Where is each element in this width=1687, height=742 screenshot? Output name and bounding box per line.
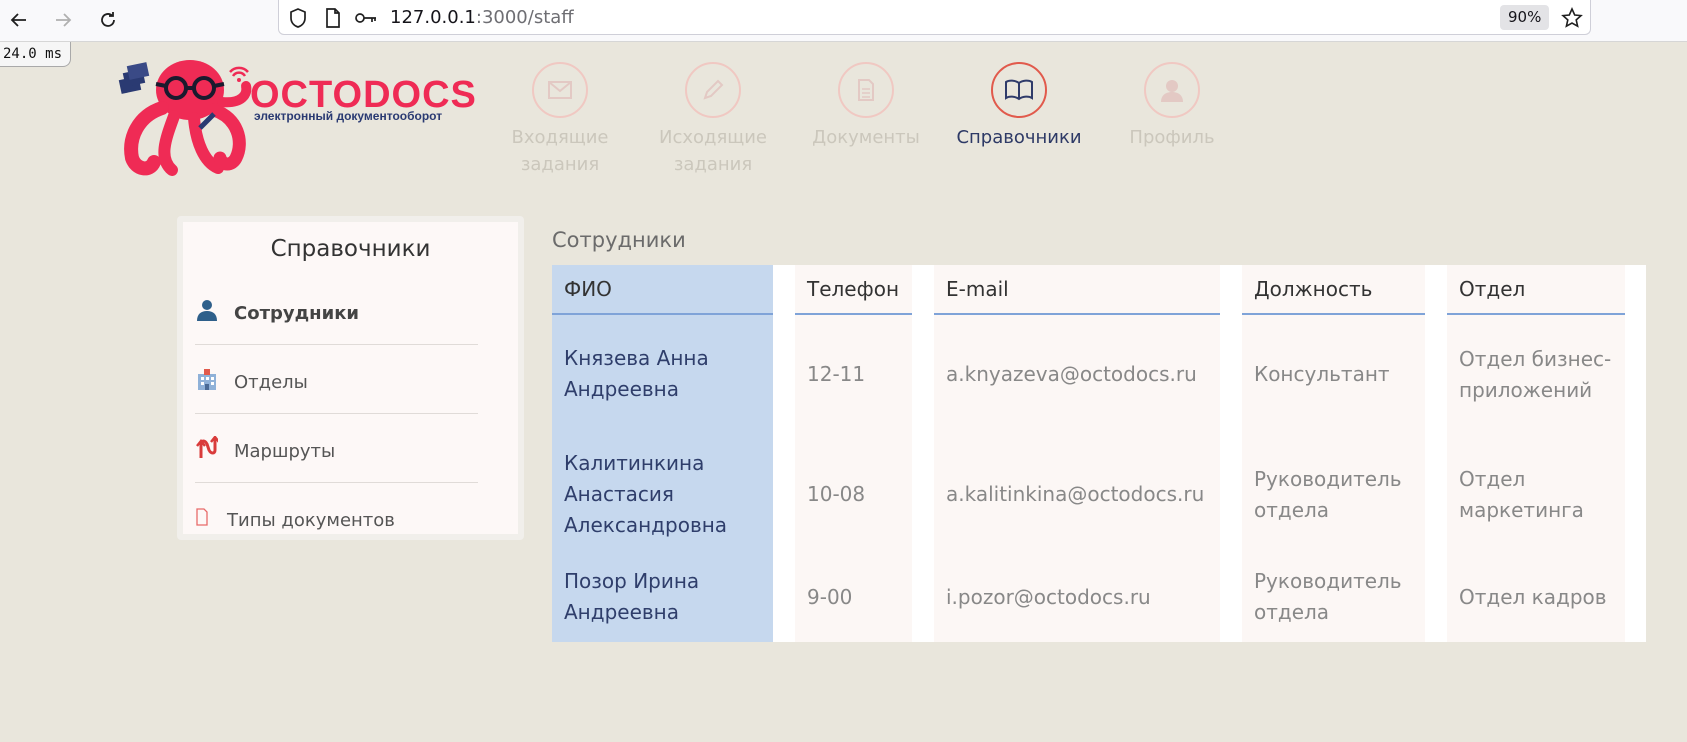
column-phone: Телефон 12-11 10-08 9-00 — [795, 265, 912, 642]
directories-sidebar: Справочники Сотрудники Отделы Маршруты Т… — [177, 216, 524, 540]
reload-button[interactable] — [93, 5, 123, 35]
sidebar-title: Справочники — [270, 236, 431, 262]
building-icon — [195, 367, 219, 391]
sidebar-item-label: Типы документов — [227, 510, 395, 531]
table-cell-phone: 10-08 — [807, 482, 866, 506]
sidebar-item-label: Маршруты — [234, 441, 336, 462]
topnav-label: Справочники — [956, 127, 1082, 148]
logo-tagline: электронный документооборот — [254, 109, 443, 123]
topnav-directories[interactable]: Справочники — [944, 62, 1094, 151]
topnav-incoming-tasks[interactable]: Входящие задания — [485, 62, 635, 178]
octodocs-logo[interactable]: OCTODOCS электронный документооборот — [118, 58, 476, 178]
column-header-email[interactable]: E-mail — [934, 265, 1220, 315]
forward-button[interactable] — [48, 5, 78, 35]
column-header-phone[interactable]: Телефон — [795, 265, 912, 315]
table-cell-position: Руководитель отдела — [1254, 466, 1402, 522]
topnav-profile[interactable]: Профиль — [1097, 62, 1247, 151]
shield-icon[interactable] — [287, 7, 309, 29]
column-position: Должность Консультант Руководитель отдел… — [1242, 265, 1425, 642]
topnav-documents[interactable]: Документы — [791, 62, 941, 151]
pencil-icon — [685, 62, 741, 118]
sidebar-item-document-types[interactable]: Типы документов — [195, 483, 478, 552]
table-cell-email[interactable]: i.pozor@octodocs.ru — [934, 566, 1220, 628]
arrow-right-icon — [56, 13, 72, 27]
column-header-fio[interactable]: ФИО — [552, 265, 773, 315]
topnav-outgoing-tasks[interactable]: Исходящие задания — [638, 62, 788, 178]
table-cell-email[interactable]: a.kalitinkina@octodocs.ru — [934, 448, 1220, 541]
book-icon — [991, 62, 1047, 118]
back-button[interactable] — [4, 5, 34, 35]
table-cell-department: Отдел бизнес-приложений — [1459, 346, 1612, 402]
table-cell-fio[interactable]: Князева Анна Андреевна — [552, 343, 773, 405]
column-header-department[interactable]: Отдел — [1447, 265, 1625, 315]
table-cell-email[interactable]: a.knyazeva@octodocs.ru — [934, 343, 1220, 405]
key-icon[interactable] — [355, 7, 377, 29]
staff-table: ФИО Князева Анна Андреевна Калитинкина А… — [552, 265, 1646, 642]
bookmark-star-icon[interactable] — [1559, 5, 1585, 31]
sidebar-item-label: Сотрудники — [234, 303, 360, 324]
table-cell-fio[interactable]: Позор Ирина Андреевна — [552, 566, 773, 628]
topnav-label: Исходящие задания — [658, 127, 768, 175]
url-host: 127.0.0.1 — [390, 7, 476, 28]
browser-toolbar: 127.0.0.1:3000/staff 90% — [0, 0, 1687, 42]
sidebar-item-routes[interactable]: Маршруты — [195, 414, 478, 483]
topnav-label: Документы — [812, 127, 920, 148]
render-timing-badge: 24.0 ms — [0, 42, 72, 67]
arrow-left-icon — [10, 13, 26, 27]
table-cell-department: Отдел кадров — [1459, 584, 1607, 609]
table-cell-department: Отдел маркетинга — [1459, 466, 1584, 522]
table-cell-phone: 9-00 — [807, 584, 853, 609]
column-fio: ФИО Князева Анна Андреевна Калитинкина А… — [552, 265, 773, 642]
document-icon — [838, 62, 894, 118]
table-cell-position: Руководитель отдела — [1254, 569, 1402, 624]
url-bar[interactable]: 127.0.0.1:3000/staff 90% — [278, 0, 1591, 35]
column-department: Отдел Отдел бизнес-приложений Отдел марк… — [1447, 265, 1625, 642]
person-icon — [195, 298, 219, 322]
reload-icon — [101, 12, 115, 27]
topnav-label: Профиль — [1129, 127, 1215, 148]
sidebar-item-departments[interactable]: Отделы — [195, 345, 478, 414]
file-icon — [195, 505, 209, 529]
sidebar-item-staff[interactable]: Сотрудники — [195, 276, 478, 345]
page-title: Сотрудники — [552, 228, 686, 252]
envelope-icon — [532, 62, 588, 118]
topnav-label: Входящие задания — [511, 127, 609, 175]
zoom-badge[interactable]: 90% — [1500, 5, 1550, 30]
table-cell-phone: 12-11 — [807, 361, 866, 386]
column-header-position[interactable]: Должность — [1242, 265, 1425, 315]
table-cell-position: Консультант — [1254, 361, 1390, 386]
page-icon[interactable] — [322, 7, 344, 29]
url-text[interactable]: 127.0.0.1:3000/staff — [390, 7, 574, 28]
column-email: E-mail a.knyazeva@octodocs.ru a.kalitink… — [934, 265, 1220, 642]
table-cell-fio[interactable]: Калитинкина Анастасия Александровна — [552, 448, 773, 541]
url-path: :3000/staff — [475, 7, 574, 28]
user-icon — [1144, 62, 1200, 118]
route-arrows-icon — [195, 436, 219, 460]
sidebar-item-label: Отделы — [234, 372, 308, 393]
